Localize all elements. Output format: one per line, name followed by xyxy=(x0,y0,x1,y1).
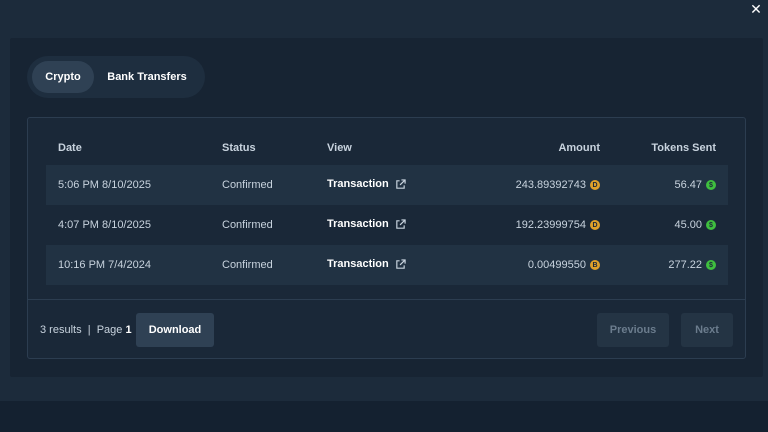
token-icon: $ xyxy=(706,180,716,190)
table-row: 10:16 PM 7/4/2024 Confirmed Transaction … xyxy=(46,245,728,285)
transaction-link-label: Transaction xyxy=(327,218,389,230)
token-icon: $ xyxy=(706,260,716,270)
divider xyxy=(28,299,745,300)
amount-value: 192.23999754 xyxy=(515,219,586,231)
tab-switcher: Crypto Bank Transfers xyxy=(27,56,205,98)
results-summary: 3 results | Page 1 xyxy=(40,324,132,336)
amount-value: 0.00499550 xyxy=(527,259,586,271)
tab-crypto[interactable]: Crypto xyxy=(32,61,94,93)
page-label: Page xyxy=(96,324,123,336)
coin-icon: D xyxy=(590,220,600,230)
token-icon: $ xyxy=(706,220,716,230)
tokens-value: 277.22 xyxy=(668,259,702,271)
next-button[interactable]: Next xyxy=(681,313,733,347)
row-amount: 192.23999754 D xyxy=(516,219,600,231)
page-number: 1 xyxy=(125,324,132,336)
row-amount: 243.89392743 D xyxy=(516,179,600,191)
row-status: Confirmed xyxy=(222,259,273,271)
row-date: 10:16 PM 7/4/2024 xyxy=(58,259,151,271)
coin-icon: B xyxy=(590,260,600,270)
header-date: Date xyxy=(58,142,82,154)
close-icon: ✕ xyxy=(750,1,762,17)
tokens-value: 45.00 xyxy=(674,219,702,231)
tokens-value: 56.47 xyxy=(674,179,702,191)
row-tokens-sent: 277.22 $ xyxy=(668,259,716,271)
header-status: Status xyxy=(222,142,256,154)
transaction-link[interactable]: Transaction xyxy=(327,218,406,230)
header-amount: Amount xyxy=(558,142,600,154)
download-button[interactable]: Download xyxy=(136,313,214,347)
transactions-panel: Date Status View Amount Tokens Sent 5:06… xyxy=(27,117,746,359)
header-tokens-sent: Tokens Sent xyxy=(651,142,716,154)
row-tokens-sent: 45.00 $ xyxy=(674,219,716,231)
results-count: 3 results xyxy=(40,324,82,336)
close-button[interactable]: ✕ xyxy=(748,1,764,17)
transaction-link-label: Transaction xyxy=(327,258,389,270)
table-row: 4:07 PM 8/10/2025 Confirmed Transaction … xyxy=(46,205,728,245)
external-link-icon xyxy=(395,258,406,269)
coin-icon: D xyxy=(590,180,600,190)
row-status: Confirmed xyxy=(222,179,273,191)
results-separator: | xyxy=(87,324,91,336)
external-link-icon xyxy=(395,218,406,229)
row-tokens-sent: 56.47 $ xyxy=(674,179,716,191)
amount-value: 243.89392743 xyxy=(515,179,586,191)
header-view: View xyxy=(327,142,352,154)
footer-bar xyxy=(0,401,768,432)
previous-button[interactable]: Previous xyxy=(597,313,669,347)
row-date: 4:07 PM 8/10/2025 xyxy=(58,219,151,231)
external-link-icon xyxy=(395,178,406,189)
transaction-link[interactable]: Transaction xyxy=(327,178,406,190)
transaction-link-label: Transaction xyxy=(327,178,389,190)
table-row: 5:06 PM 8/10/2025 Confirmed Transaction … xyxy=(46,165,728,205)
transaction-link[interactable]: Transaction xyxy=(327,258,406,270)
row-amount: 0.00499550 B xyxy=(528,259,600,271)
row-status: Confirmed xyxy=(222,219,273,231)
transactions-modal: Crypto Bank Transfers Date Status View A… xyxy=(10,38,763,377)
row-date: 5:06 PM 8/10/2025 xyxy=(58,179,151,191)
tab-bank-transfers[interactable]: Bank Transfers xyxy=(94,61,200,93)
table-header: Date Status View Amount Tokens Sent xyxy=(46,118,728,166)
